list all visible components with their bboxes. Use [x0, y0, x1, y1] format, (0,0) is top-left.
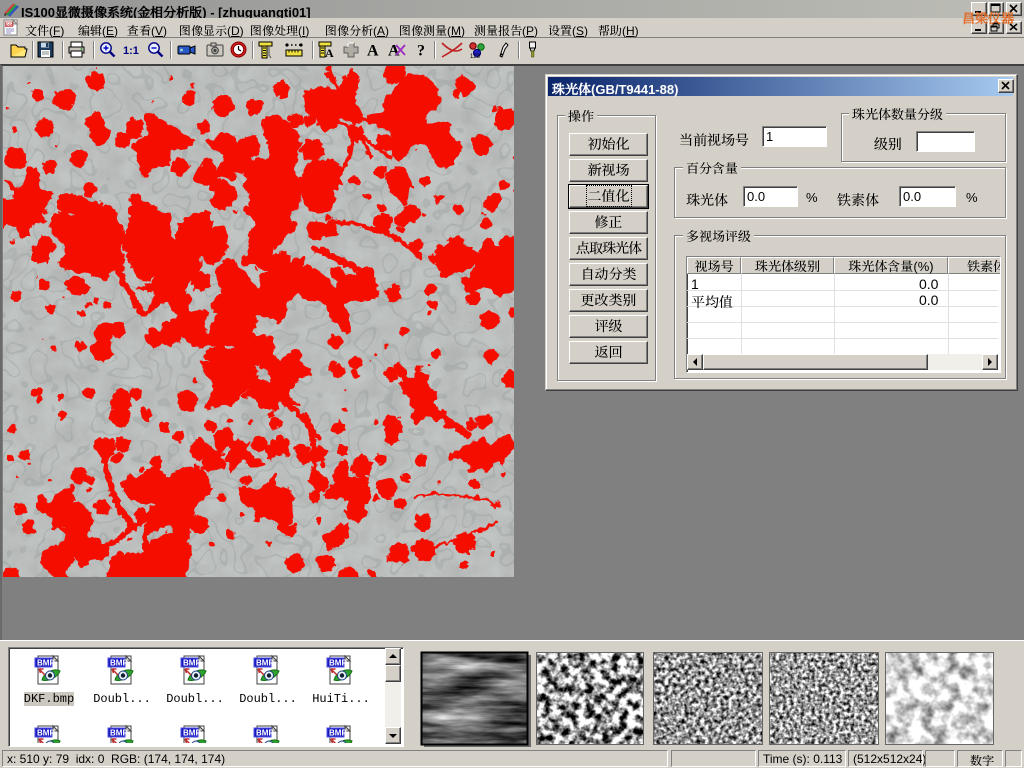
- svg-text:123: 123: [470, 54, 481, 60]
- svg-text:1:1: 1:1: [123, 45, 139, 57]
- svg-text:DOC: DOC: [6, 23, 14, 27]
- svg-text:A: A: [325, 46, 334, 60]
- svg-text:?: ?: [417, 43, 425, 60]
- svg-text:A: A: [367, 43, 379, 60]
- svg-text:A: A: [388, 43, 400, 60]
